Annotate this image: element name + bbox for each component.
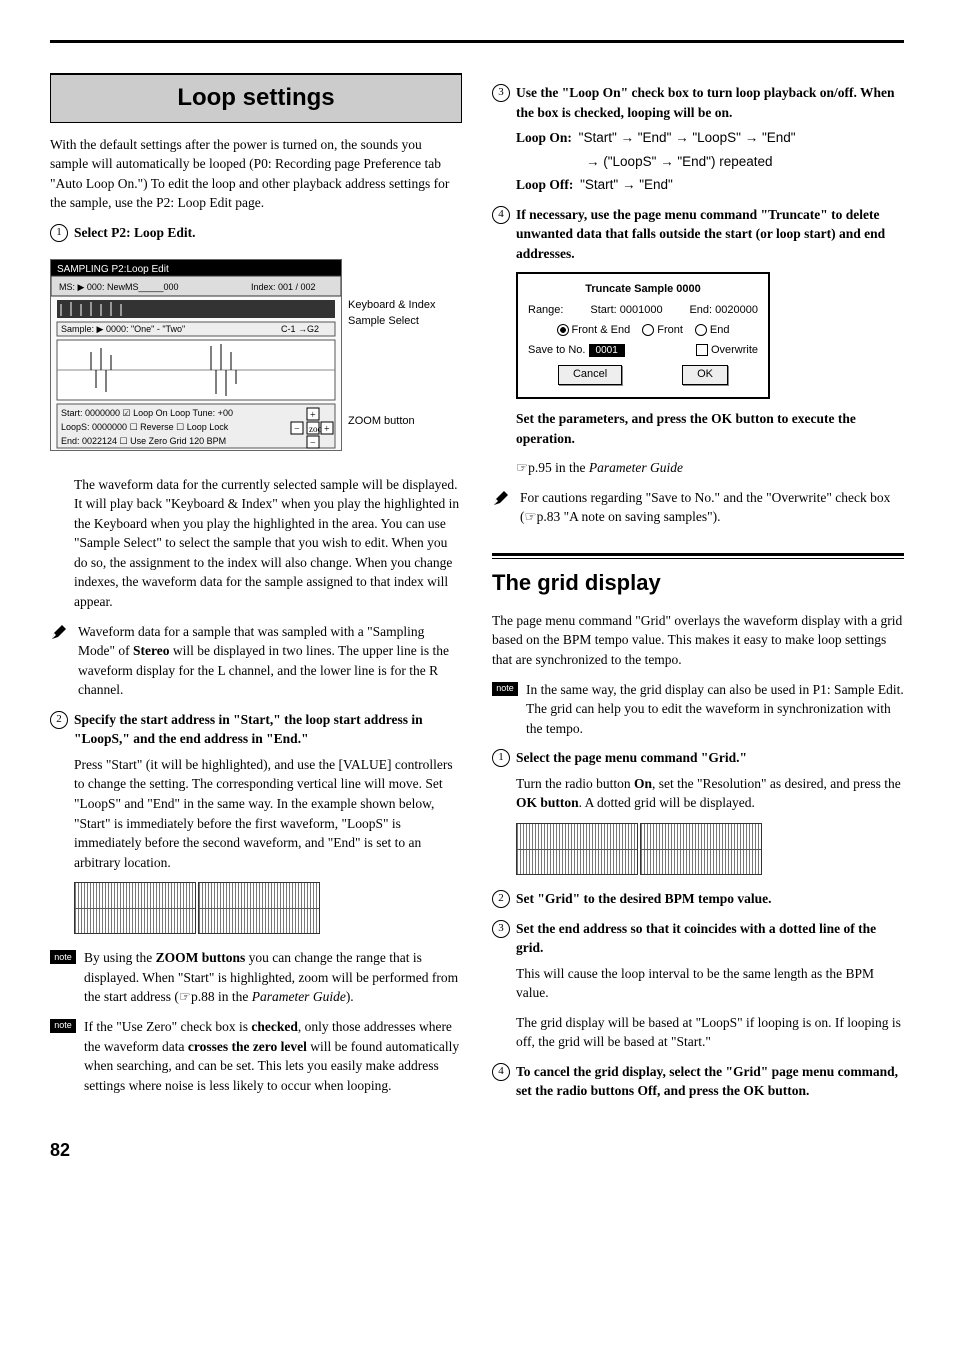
grid-section-heading: The grid display — [492, 553, 904, 599]
svg-text:MS: ▶ 000: NewMS_____000: MS: ▶ 000: NewMS_____000 — [59, 282, 179, 292]
grid-step-3-text: Set the end address so that it coincides… — [516, 919, 904, 958]
dialog-end: End: 0020000 — [689, 303, 758, 319]
note-zoom-text: By using the ZOOM buttons you can change… — [84, 948, 462, 1007]
radio-front-end[interactable] — [557, 324, 569, 336]
grid-para-3: This will cause the loop interval to be … — [516, 964, 904, 1003]
grid-waveform-figure — [516, 823, 904, 875]
svg-text:+: + — [310, 410, 316, 421]
note-usezero: note If the "Use Zero" check box is chec… — [50, 1017, 462, 1095]
grid-para-4: The grid display will be based at "LoopS… — [516, 1013, 904, 1052]
svg-text:+: + — [324, 424, 330, 435]
page-number: 82 — [50, 1137, 904, 1163]
grid-intro: The page menu command "Grid" overlays th… — [492, 611, 904, 670]
step-3: 3 Use the "Loop On" check box to turn lo… — [492, 83, 904, 122]
note-grid: note In the same way, the grid display c… — [492, 680, 904, 739]
step-number-2: 2 — [492, 890, 510, 908]
grid-step-1: 1 Select the page menu command "Grid." — [492, 748, 904, 768]
grid-wave-right — [640, 823, 762, 875]
warn-stereo: Waveform data for a sample that was samp… — [50, 622, 462, 700]
radio-end[interactable] — [695, 324, 707, 336]
dialog-title: Truncate Sample 0000 — [528, 282, 758, 298]
warn-stereo-text: Waveform data for a sample that was samp… — [78, 622, 462, 700]
step-number-1: 1 — [50, 224, 68, 242]
intro-text: With the default settings after the powe… — [50, 135, 462, 213]
note-icon: note — [492, 682, 518, 696]
overwrite-checkbox[interactable] — [696, 344, 708, 356]
warn-overwrite: For cautions regarding "Save to No." and… — [492, 488, 904, 527]
grid-step-1-text: Select the page menu command "Grid." — [516, 748, 747, 768]
warn-overwrite-text: For cautions regarding "Save to No." and… — [520, 488, 904, 527]
note-icon: note — [50, 950, 76, 964]
label-keyboard-index: Keyboard & Index — [348, 298, 435, 314]
save-to-label: Save to No. — [528, 344, 585, 356]
mini-waveform-figure — [74, 882, 462, 934]
loop-edit-figure-row: SAMPLING P2:Loop Edit MS: ▶ 000: NewMS__… — [50, 251, 462, 463]
svg-text:LoopS: 0000000 ☐ Reverse ☐ L: LoopS: 0000000 ☐ Reverse ☐ Loop Lock — [61, 422, 229, 432]
ref-text: ☞p.95 in the Parameter Guide — [516, 458, 904, 478]
pencil-icon — [492, 489, 512, 527]
svg-text:−: − — [294, 424, 300, 435]
grid-step-2-text: Set "Grid" to the desired BPM tempo valu… — [516, 889, 771, 909]
step-number-2: 2 — [50, 711, 68, 729]
right-column: 3 Use the "Loop On" check box to turn lo… — [492, 73, 904, 1107]
step-number-1: 1 — [492, 749, 510, 767]
label-sample-select: Sample Select — [348, 314, 435, 330]
svg-text:Sample: ▶ 0000: "One" - "Two": Sample: ▶ 0000: "One" - "Two" — [61, 324, 185, 334]
mini-wave-left — [74, 882, 196, 934]
exec-text: Set the parameters, and press the OK but… — [516, 409, 904, 448]
save-to-value[interactable]: 0001 — [589, 344, 625, 357]
truncate-dialog: Truncate Sample 0000 Range: Start: 00010… — [516, 272, 770, 400]
step-number-3: 3 — [492, 920, 510, 938]
loop-edit-screenshot: SAMPLING P2:Loop Edit MS: ▶ 000: NewMS__… — [50, 259, 342, 451]
step-1-text: Select P2: Loop Edit. — [74, 223, 196, 243]
grid-step-4: 4 To cancel the grid display, select the… — [492, 1062, 904, 1101]
para-waveform-desc: The waveform data for the currently sele… — [74, 475, 462, 612]
step-3-text: Use the "Loop On" check box to turn loop… — [516, 83, 904, 122]
note-icon: note — [50, 1019, 76, 1033]
svg-text:C-1 →G2: C-1 →G2 — [281, 324, 319, 334]
fig-label-stack: Keyboard & Index Sample Select ZOOM butt… — [348, 262, 435, 452]
svg-text:−: − — [310, 438, 316, 449]
svg-text:Index: 001 / 002: Index: 001 / 002 — [251, 282, 316, 292]
loop-on-off-block: Loop On: "Start" → "End" → "LoopS" → "En… — [516, 128, 904, 195]
top-rule — [50, 40, 904, 43]
grid-step-3: 3 Set the end address so that it coincid… — [492, 919, 904, 958]
svg-text:Start: 0000000 ☑ Loop On Lo: Start: 0000000 ☑ Loop On Loop Tune: +00 — [61, 408, 233, 418]
ok-button[interactable]: OK — [682, 365, 728, 385]
pencil-icon — [50, 623, 70, 700]
left-column: Loop settings With the default settings … — [50, 73, 462, 1107]
step-1: 1 Select P2: Loop Edit. — [50, 223, 462, 243]
grid-step-2: 2 Set "Grid" to the desired BPM tempo va… — [492, 889, 904, 909]
dialog-range-label: Range: — [528, 303, 563, 319]
mini-wave-right — [198, 882, 320, 934]
step-2-text: Specify the start address in "Start," th… — [74, 710, 462, 749]
step-4-text: If necessary, use the page menu command … — [516, 205, 904, 264]
dialog-start: Start: 0001000 — [590, 303, 662, 319]
step-4: 4 If necessary, use the page menu comman… — [492, 205, 904, 264]
step-number-3: 3 — [492, 84, 510, 102]
grid-para-1: Turn the radio button On, set the "Resol… — [516, 774, 904, 813]
step-number-4: 4 — [492, 206, 510, 224]
note-zoom: note By using the ZOOM buttons you can c… — [50, 948, 462, 1007]
label-zoom-button: ZOOM button — [348, 414, 435, 430]
step-number-4: 4 — [492, 1063, 510, 1081]
content-columns: Loop settings With the default settings … — [50, 73, 904, 1107]
loop-settings-title: Loop settings — [50, 73, 462, 123]
step-2: 2 Specify the start address in "Start," … — [50, 710, 462, 749]
radio-front[interactable] — [642, 324, 654, 336]
cancel-button[interactable]: Cancel — [558, 365, 622, 385]
svg-text:SAMPLING P2:Loop Edit: SAMPLING P2:Loop Edit — [57, 264, 169, 275]
grid-step-4-text: To cancel the grid display, select the "… — [516, 1062, 904, 1101]
note-usezero-text: If the "Use Zero" check box is checked, … — [84, 1017, 462, 1095]
grid-wave-left — [516, 823, 638, 875]
svg-text:End: 0022124 ☐ Use Zero Gr: End: 0022124 ☐ Use Zero Grid 120 BPM — [61, 436, 226, 446]
para-press-start: Press "Start" (it will be highlighted), … — [74, 755, 462, 872]
note-grid-text: In the same way, the grid display can al… — [526, 680, 904, 739]
